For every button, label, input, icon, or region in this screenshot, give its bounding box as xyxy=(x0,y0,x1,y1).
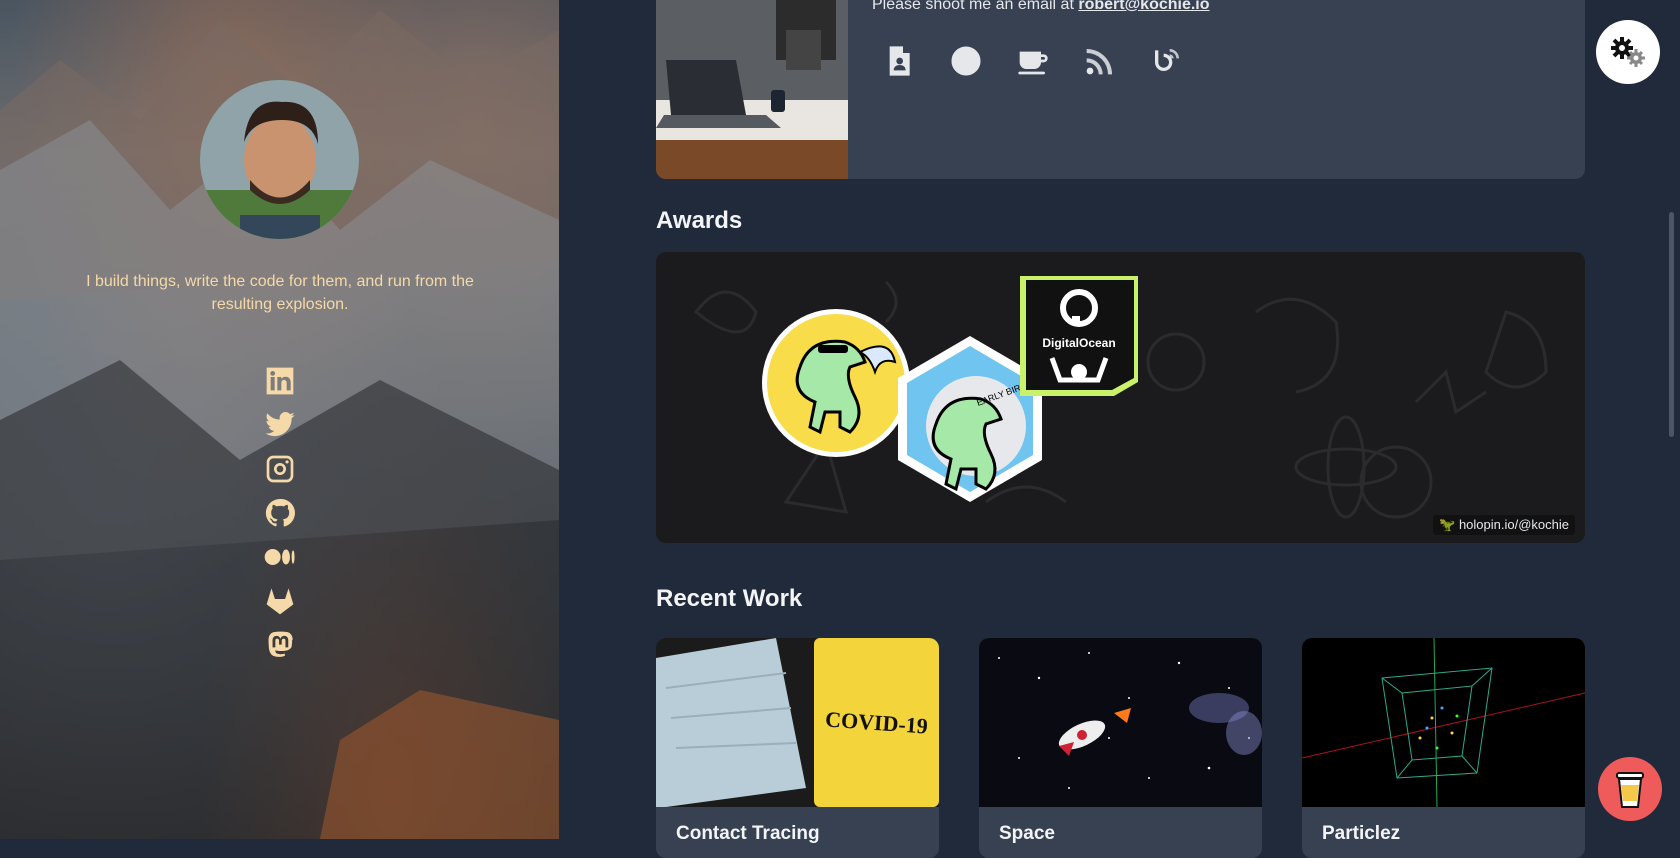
gears-icon xyxy=(1611,37,1645,67)
buy-me-a-coffee-button[interactable] xyxy=(1598,757,1662,821)
coffee-cup-icon xyxy=(1616,772,1644,808)
email-line: Please shoot me an email at robert@kochi… xyxy=(872,0,1210,14)
twitter-icon[interactable] xyxy=(262,407,298,443)
dino-sunglasses-badge xyxy=(762,309,910,457)
contact-photo xyxy=(656,0,848,179)
medium-icon[interactable] xyxy=(262,539,298,575)
gitlab-icon[interactable] xyxy=(262,583,298,619)
mastodon-icon[interactable] xyxy=(262,627,298,663)
email-prefix: Please shoot me an email at xyxy=(872,0,1074,13)
awards-heading: Awards xyxy=(656,207,743,234)
github-icon[interactable] xyxy=(262,495,298,531)
work-title: Particlez xyxy=(1322,823,1401,844)
settings-button[interactable] xyxy=(1596,20,1660,84)
work-card-particlez[interactable]: Particlez xyxy=(1302,638,1585,858)
profile-panel: I build things, write the code for them,… xyxy=(0,0,559,839)
digitalocean-text: DigitalOcean xyxy=(1042,336,1115,350)
avatar xyxy=(200,80,359,239)
work-card-space[interactable]: Space xyxy=(979,638,1262,858)
rss-icon[interactable] xyxy=(1080,43,1120,79)
contact-tracing-thumbnail: COVID-19 xyxy=(656,638,939,807)
holopin-link[interactable]: 🦖 holopin.io/@kochie xyxy=(1433,515,1575,535)
main-content: Please shoot me an email at robert@kochi… xyxy=(559,0,1680,858)
bluesky-rss-icon[interactable] xyxy=(1147,43,1187,79)
scrollbar[interactable] xyxy=(1669,212,1674,437)
digitalocean-badge: DigitalOcean xyxy=(1020,276,1138,396)
profile-tagline: I build things, write the code for them,… xyxy=(86,273,474,313)
openai-icon[interactable] xyxy=(946,43,986,79)
work-card-contact-tracing[interactable]: COVID-19 Contact Tracing xyxy=(656,638,939,858)
email-link[interactable]: robert@kochie.io xyxy=(1078,0,1209,13)
awards-card: EARLY BIRD DigitalOcean 🦖 holopin.io/@ko… xyxy=(656,252,1585,543)
work-title: Space xyxy=(999,823,1055,844)
coffee-cup-icon[interactable] xyxy=(1013,43,1053,79)
contact-card: Please shoot me an email at robert@kochi… xyxy=(656,0,1585,179)
space-thumbnail xyxy=(979,638,1262,807)
particlez-thumbnail xyxy=(1302,638,1585,807)
linkedin-icon[interactable] xyxy=(262,363,298,399)
work-title: Contact Tracing xyxy=(676,823,820,844)
instagram-icon[interactable] xyxy=(262,451,298,487)
recent-work-heading: Recent Work xyxy=(656,585,803,612)
resume-icon[interactable] xyxy=(879,43,919,79)
